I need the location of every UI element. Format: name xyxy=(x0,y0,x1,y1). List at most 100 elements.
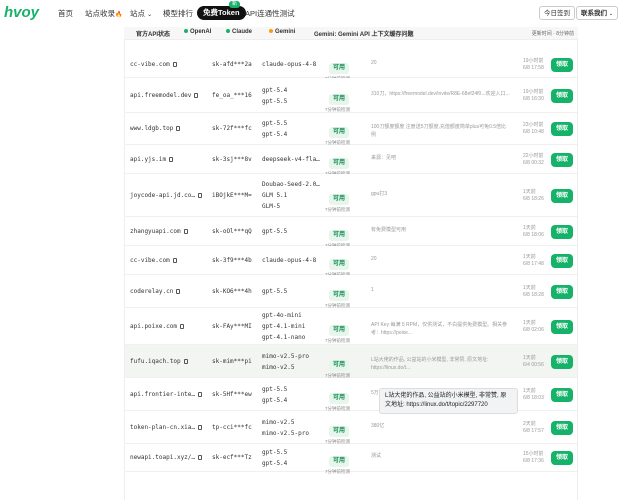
copy-icon[interactable] xyxy=(183,358,188,364)
claim-button[interactable]: 领取 xyxy=(551,57,573,72)
status-dot-icon xyxy=(184,29,188,34)
new-badge: 新 xyxy=(229,1,241,8)
contact-label: 联系我们 xyxy=(581,10,607,17)
model-name: gpt-4o-mini xyxy=(262,312,302,319)
time-cell: 1天前 6/4 00:56 xyxy=(523,355,544,369)
copy-icon[interactable] xyxy=(194,92,199,98)
time-cell: 1天前 6/8 18:26 xyxy=(523,189,544,203)
logo[interactable]: hvoy xyxy=(4,4,39,21)
refresh-time: 更新时间 · 8分钟前 xyxy=(531,31,574,37)
site-url: api.freemodel.dev xyxy=(130,91,192,99)
claim-button[interactable]: 领取 xyxy=(551,387,573,402)
status-dot-icon xyxy=(269,29,273,34)
relative-time: 23小时前 xyxy=(523,122,544,128)
note-text: 1 xyxy=(371,286,374,293)
note-text: 310刀，https://freemodel.dev/invite/R8E-68… xyxy=(371,90,510,97)
copy-icon[interactable] xyxy=(198,192,203,198)
claim-button[interactable]: 领取 xyxy=(551,451,573,465)
time-cell: 1天前 6/8 02:06 xyxy=(523,320,544,334)
status-dot-icon xyxy=(226,29,230,34)
contact-button[interactable]: 联系我们 ⌄ xyxy=(576,6,619,20)
note-text: gpu打3 xyxy=(371,190,388,197)
site-name[interactable]: api.poixe.com xyxy=(130,323,184,330)
claim-button[interactable]: 领取 xyxy=(551,88,573,103)
site-name[interactable]: coderelay.cn xyxy=(130,288,181,295)
model-list: gpt-5.4 gpt-5.5 xyxy=(262,85,287,107)
absolute-time: 6/8 17:48 xyxy=(523,260,544,267)
model-name: gpt-5.5 xyxy=(262,97,288,105)
status-cell: 可用 7分钟前检测 xyxy=(325,318,355,344)
site-name[interactable]: newapi.toapi.xyz/… xyxy=(130,454,203,461)
api-key: sk-FAy***MI xyxy=(212,322,252,330)
table-row: cc-vibe.com sk-3f9***4b claude-opus-4-8 … xyxy=(125,246,577,277)
status-checked-time: 7分钟前检测 xyxy=(325,337,351,343)
gemini-incident[interactable]: Gemini: Gemini API 上下文缓存问题 xyxy=(314,29,413,38)
copy-icon[interactable] xyxy=(198,391,203,397)
site-url: api.frontier-inte… xyxy=(130,390,196,398)
absolute-time: 6/8 18:03 xyxy=(523,394,544,401)
site-name[interactable]: token-plan-cn.xia… xyxy=(130,424,203,431)
claim-button[interactable]: 领取 xyxy=(551,122,573,136)
model-name: gpt-5.5 xyxy=(262,449,288,456)
copy-icon[interactable] xyxy=(179,323,184,329)
table-row: fufu.iqach.top sk-mim***pi mimo-v2.5-pro… xyxy=(125,345,577,378)
copy-icon[interactable] xyxy=(172,257,177,263)
absolute-time: 6/8 18:28 xyxy=(523,291,544,298)
claim-button[interactable]: 领取 xyxy=(551,224,573,239)
nav-model-rank[interactable]: 模型排行 xyxy=(163,8,193,19)
note-text: 来源：见吧 xyxy=(371,154,397,161)
time-cell: 23小时前 6/8 10:48 xyxy=(523,122,544,136)
nav-sites[interactable]: 站点 ⌄ xyxy=(130,8,152,19)
copy-icon[interactable] xyxy=(176,126,181,131)
relative-time: 1天前 xyxy=(523,387,536,394)
claim-button[interactable]: 领取 xyxy=(551,152,573,167)
site-name[interactable]: joycode-api.jd.co… xyxy=(130,192,203,199)
time-cell: 1天前 6/8 18:06 xyxy=(523,225,544,239)
site-name[interactable]: cc-vibe.com xyxy=(130,61,177,68)
status-cell: 可用 7分钟前检测 xyxy=(325,151,355,177)
claim-button[interactable]: 领取 xyxy=(551,253,573,268)
model-name: gpt-5.4 xyxy=(262,131,288,138)
note-text: 有免费模型可用 xyxy=(371,226,407,233)
status-checked-time: 7分钟前检测 xyxy=(325,469,351,474)
claim-button[interactable]: 领取 xyxy=(551,284,573,299)
relative-time: 19小时前 xyxy=(523,57,544,64)
model-list: Doubao-Seed-2.0… GLM 5.1 GLM-5 xyxy=(262,179,320,212)
copy-icon[interactable] xyxy=(198,424,203,430)
api-key: iBOjkE***M= xyxy=(212,191,252,199)
nav-api-test[interactable]: API连通性测试 xyxy=(245,8,295,19)
nav-free-token[interactable]: 免费Token xyxy=(197,6,246,20)
claim-button[interactable]: 领取 xyxy=(551,319,573,334)
nav-directory[interactable]: 站点收录🔥 xyxy=(85,8,122,19)
nav-home[interactable]: 首页 xyxy=(58,8,73,19)
copy-icon[interactable] xyxy=(176,288,181,294)
time-cell: 19小时前 6/8 16:30 xyxy=(523,89,544,103)
site-name[interactable]: api.frontier-inte… xyxy=(130,390,203,398)
claim-button[interactable]: 领取 xyxy=(551,420,573,435)
relative-time: 22小时前 xyxy=(523,152,544,159)
site-url: api.poixe.com xyxy=(130,322,177,330)
claim-button[interactable]: 领取 xyxy=(551,354,573,369)
note-text: 380亿 xyxy=(371,422,385,429)
relative-time: 15小时前 xyxy=(523,451,544,457)
status-cell: 可用 7分钟前检测 xyxy=(325,353,355,379)
claim-button[interactable]: 领取 xyxy=(551,188,573,203)
gemini-label: Gemini xyxy=(275,29,296,35)
copy-icon[interactable] xyxy=(169,156,174,162)
note-text: API Key 每满 5 RPM，仅供测试，不白提供免费模型。相关参考：http… xyxy=(371,321,508,336)
checkin-button[interactable]: 今日签到 xyxy=(539,6,575,20)
nav-directory-label: 站点收录 xyxy=(85,9,115,18)
site-name[interactable]: api.yjs.im xyxy=(130,156,174,163)
site-name[interactable]: zhangyuapi.com xyxy=(130,228,188,235)
site-name[interactable]: fufu.iqach.top xyxy=(130,358,188,365)
site-name[interactable]: www.ldgb.top xyxy=(130,125,181,132)
model-name: gpt-5.5 xyxy=(262,120,288,127)
copy-icon[interactable] xyxy=(172,61,177,67)
copy-icon[interactable] xyxy=(198,455,203,460)
note-text: L站大佬的作品, 公益站的小米模型, 非常赞, 原文地址: https://li… xyxy=(371,356,489,371)
copy-icon[interactable] xyxy=(183,228,188,234)
status-cell: 可用 7分钟前检测 xyxy=(325,120,355,146)
site-name[interactable]: cc-vibe.com xyxy=(130,257,177,264)
note-text: 20 xyxy=(371,255,377,262)
site-name[interactable]: api.freemodel.dev xyxy=(130,91,199,99)
